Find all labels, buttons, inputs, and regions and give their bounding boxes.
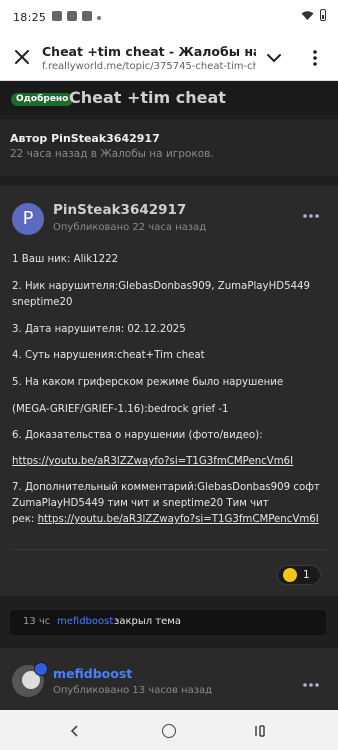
post-line-prefix: рек:	[12, 514, 38, 525]
page-title[interactable]: Cheat +tim cheat - Жалобы на игроков	[42, 44, 256, 59]
system-icons	[301, 9, 326, 21]
post-line: sneptime20	[12, 297, 73, 308]
post-line: 6. Доказательства о нарушении (фото/виде…	[12, 430, 263, 441]
status-bar: 18:25	[0, 0, 338, 36]
status-badge: Одобрено	[11, 93, 74, 106]
divider	[12, 549, 326, 550]
post-timestamp: Опубликовано 13 часов назад	[53, 685, 213, 696]
event-time: 13 чс	[23, 616, 51, 627]
post-line: (MEGA-GRIEF/GRIEF-1.16):bedrock grief -1	[12, 404, 229, 415]
moderation-event: 13 чс mefidboost закрыл тема	[10, 610, 326, 635]
youtube-icon	[67, 11, 77, 21]
recent-apps-icon[interactable]	[254, 724, 268, 738]
thread-author[interactable]: Автор PinSteak3642917	[10, 132, 160, 145]
post-line: 2. Ник нарушителя:GlebasDonbas909, ZumaP…	[12, 281, 311, 292]
chevron-down-icon[interactable]	[265, 49, 283, 67]
thread-title: Cheat +tim cheat	[69, 88, 226, 107]
user-badge-icon	[34, 662, 48, 676]
post-line: рек: https://youtu.be/aR3lZZwayfo?si=T1G…	[12, 514, 319, 525]
reaction-count: 1	[303, 569, 310, 581]
post-author[interactable]: PinSteak3642917	[53, 202, 186, 218]
home-icon[interactable]	[162, 724, 176, 738]
post-line: ZumaPlayHD5449 тим чит и sneptime20 Тим …	[12, 498, 269, 509]
wifi-icon	[301, 10, 314, 20]
video-link[interactable]: https://youtu.be/aR3lZZwayfo?si=T1G3fmCM…	[12, 456, 293, 467]
clock: 18:25	[13, 11, 47, 24]
event-user[interactable]: mefidboost	[57, 616, 113, 627]
system-navigation-bar	[0, 710, 338, 750]
post-author[interactable]: mefidboost	[53, 666, 132, 681]
post-line: 3. Дата нарушителя: 02.12.2025	[12, 324, 186, 335]
post-card	[0, 186, 338, 596]
close-icon[interactable]	[11, 46, 33, 68]
reaction-button[interactable]: 1	[277, 565, 321, 585]
notification-icons	[52, 11, 101, 21]
back-icon[interactable]	[68, 724, 82, 738]
more-vertical-icon[interactable]	[305, 48, 325, 68]
post-line: 5. На каком гриферском режиме было наруш…	[12, 377, 284, 388]
video-link[interactable]: https://youtu.be/aR3lZZwayfo?si=T1G3fmCM…	[38, 514, 319, 525]
post-timestamp: Опубликовано 22 часа назад	[53, 222, 207, 233]
browser-toolbar: Cheat +tim cheat - Жалобы на игроков f.r…	[0, 36, 338, 81]
page-url[interactable]: f.reallyworld.me/topic/375745-cheat-tim-…	[42, 61, 256, 72]
event-action: закрыл тема	[114, 616, 181, 627]
thread-meta[interactable]: 22 часа назад в Жалобы на игроков.	[10, 148, 214, 160]
emoji-icon	[283, 568, 297, 582]
youtube-icon	[82, 11, 92, 21]
dot-icon	[97, 15, 101, 20]
more-horizontal-icon[interactable]	[302, 680, 320, 690]
post-line: 7. Дополнительный комментарий:GlebasDonb…	[12, 482, 320, 493]
post-line: 1 Ваш ник: Alik1222	[12, 254, 119, 265]
more-horizontal-icon[interactable]	[302, 211, 320, 221]
post-line: 4. Суть нарушения:cheat+Tim cheat	[12, 350, 205, 361]
battery-icon	[320, 9, 326, 21]
avatar[interactable]: P	[12, 203, 44, 235]
post-card	[0, 648, 338, 710]
notification-icon	[52, 11, 62, 21]
